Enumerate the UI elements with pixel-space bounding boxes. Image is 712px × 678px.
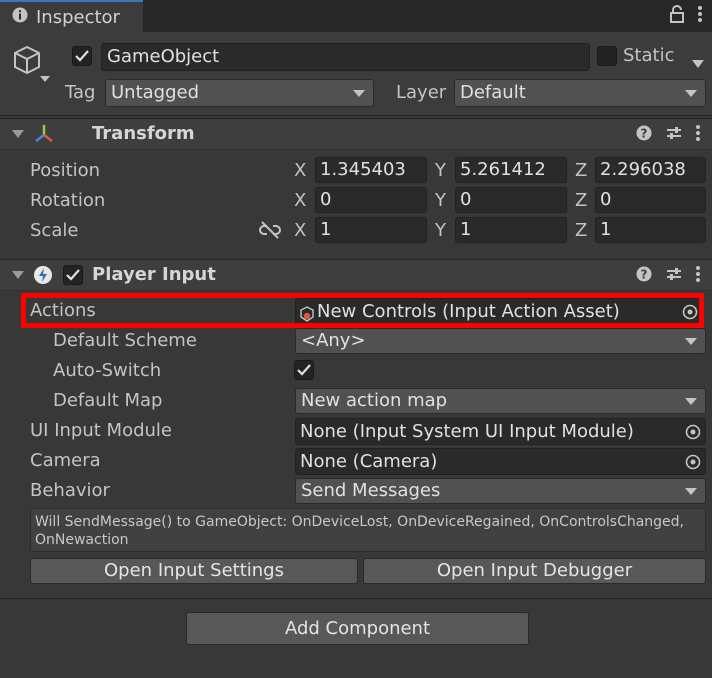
more-options-icon[interactable] (696, 125, 700, 146)
more-options-icon[interactable] (696, 266, 700, 287)
foldout-arrow-icon[interactable] (12, 271, 24, 279)
svg-text:?: ? (641, 127, 648, 141)
transform-title: Transform (92, 123, 195, 144)
rotation-label: Rotation (30, 190, 106, 211)
chevron-down-icon (685, 90, 697, 97)
player-input-header[interactable]: Player Input ? (0, 259, 712, 291)
behavior-label: Behavior (30, 480, 110, 501)
player-input-enabled-checkbox[interactable] (63, 265, 83, 285)
info-icon (12, 7, 28, 28)
player-input-icon (33, 265, 53, 290)
tag-value: Untagged (111, 82, 200, 103)
camera-label: Camera (30, 450, 101, 471)
camera-value: None (Camera) (300, 451, 438, 472)
more-options-icon[interactable] (698, 6, 702, 27)
position-label: Position (30, 160, 101, 181)
behavior-dropdown[interactable]: Send Messages (295, 478, 706, 504)
tag-dropdown[interactable]: Untagged (105, 79, 374, 107)
chevron-down-icon (685, 488, 697, 495)
ui-input-module-label: UI Input Module (30, 420, 172, 441)
transform-header[interactable]: Transform ? (0, 118, 712, 150)
transform-icon (33, 123, 55, 150)
position-x-field[interactable]: 1.345403 (315, 157, 427, 183)
static-dropdown-arrow-icon[interactable] (692, 53, 704, 73)
rotation-y-label[interactable]: Y (435, 190, 446, 211)
active-checkbox[interactable] (72, 46, 92, 66)
scale-label: Scale (30, 220, 79, 241)
object-picker-icon[interactable] (684, 453, 702, 471)
gameobject-icon[interactable] (12, 44, 54, 91)
scale-y-field[interactable]: 1 (455, 217, 567, 243)
default-scheme-dropdown[interactable]: <Any> (295, 328, 706, 354)
default-map-dropdown[interactable]: New action map (295, 388, 706, 414)
open-input-debugger-button[interactable]: Open Input Debugger (363, 558, 706, 584)
position-y-label[interactable]: Y (435, 160, 446, 181)
player-input-title: Player Input (92, 264, 216, 285)
position-x-label[interactable]: X (294, 160, 306, 181)
presets-icon[interactable] (666, 266, 682, 287)
foldout-arrow-icon[interactable] (12, 130, 24, 138)
position-z-field[interactable]: 2.296038 (595, 157, 706, 183)
static-checkbox[interactable] (597, 46, 617, 66)
constrain-proportions-icon[interactable] (259, 221, 281, 244)
tab-inspector[interactable]: Inspector (0, 0, 143, 32)
tag-label: Tag (65, 82, 96, 103)
layer-label: Layer (396, 82, 447, 103)
inspector-window: Inspector GameObject Static Tag Untagged… (0, 0, 712, 678)
behavior-help-box: Will SendMessage() to GameObject: OnDevi… (30, 508, 706, 552)
scale-x-field[interactable]: 1 (315, 217, 427, 243)
object-picker-icon[interactable] (684, 423, 702, 441)
add-component-button[interactable]: Add Component (186, 612, 529, 645)
scale-z-label[interactable]: Z (575, 220, 587, 241)
behavior-value: Send Messages (301, 480, 441, 501)
chevron-down-icon (685, 398, 697, 405)
static-label: Static (623, 45, 675, 66)
layer-dropdown[interactable]: Default (454, 79, 706, 107)
open-input-settings-button[interactable]: Open Input Settings (30, 558, 358, 584)
camera-field[interactable]: None (Camera) (295, 448, 706, 475)
ui-input-module-field[interactable]: None (Input System UI Input Module) (295, 418, 706, 445)
auto-switch-checkbox[interactable] (294, 360, 314, 380)
rotation-z-field[interactable]: 0 (595, 187, 706, 213)
default-map-value: New action map (301, 390, 448, 411)
svg-text:?: ? (641, 268, 648, 282)
rotation-z-label[interactable]: Z (575, 190, 587, 211)
default-scheme-label: Default Scheme (53, 330, 197, 351)
position-z-label[interactable]: Z (575, 160, 587, 181)
default-map-label: Default Map (53, 390, 163, 411)
ui-input-module-value: None (Input System UI Input Module) (300, 421, 634, 442)
chevron-down-icon (685, 338, 697, 345)
help-icon[interactable]: ? (636, 266, 652, 287)
tab-bar: Inspector (0, 0, 712, 32)
position-y-field[interactable]: 5.261412 (455, 157, 567, 183)
scale-z-field[interactable]: 1 (595, 217, 706, 243)
help-icon[interactable]: ? (636, 125, 652, 146)
rotation-x-label[interactable]: X (294, 190, 306, 211)
tab-label: Inspector (36, 6, 120, 28)
default-scheme-value: <Any> (301, 330, 366, 351)
actions-highlight (21, 293, 704, 328)
rotation-x-field[interactable]: 0 (315, 187, 427, 213)
object-name-input[interactable]: GameObject (101, 43, 590, 71)
chevron-down-icon (353, 90, 365, 97)
scale-y-label[interactable]: Y (435, 220, 446, 241)
auto-switch-label: Auto-Switch (53, 360, 162, 381)
lock-icon[interactable] (670, 5, 684, 28)
rotation-y-field[interactable]: 0 (455, 187, 567, 213)
layer-value: Default (460, 82, 526, 103)
presets-icon[interactable] (666, 125, 682, 146)
scale-x-label[interactable]: X (294, 220, 306, 241)
